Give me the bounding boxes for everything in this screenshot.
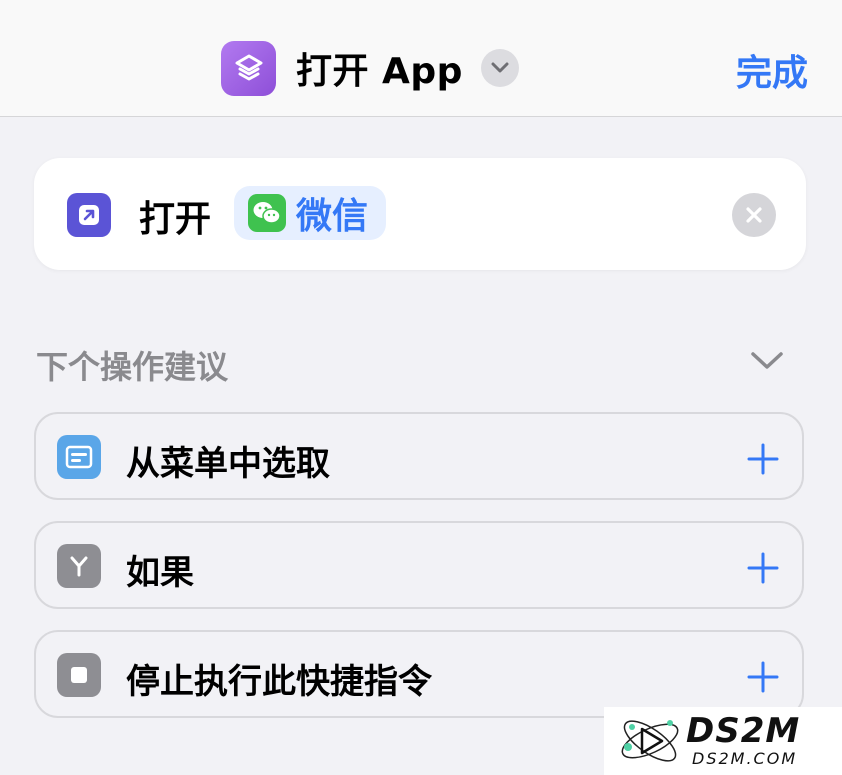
add-icon[interactable] [746, 442, 780, 476]
wechat-icon [248, 194, 286, 232]
shortcuts-app-icon [221, 40, 276, 96]
collapse-suggestions-button[interactable] [750, 350, 784, 376]
open-app-action-card[interactable]: 打开 微信 [34, 158, 806, 270]
watermark-subtext: DS2M.COM [692, 749, 798, 768]
add-icon[interactable] [746, 551, 780, 585]
watermark: DS2M DS2M.COM [604, 707, 842, 775]
menu-choose-icon [57, 435, 101, 479]
title-menu-button[interactable] [480, 49, 519, 87]
suggestion-stop-shortcut[interactable]: 停止执行此快捷指令 [34, 630, 804, 718]
suggestion-if[interactable]: 如果 [34, 521, 804, 609]
suggestion-choose-from-menu[interactable]: 从菜单中选取 [34, 412, 804, 500]
remove-action-button[interactable] [732, 193, 776, 237]
chevron-down-icon [751, 352, 783, 369]
open-app-icon [67, 193, 111, 237]
chevron-down-icon [491, 62, 509, 73]
suggestion-label: 如果 [126, 553, 194, 593]
watermark-text: DS2M [686, 711, 801, 751]
navigation-bar: 打开 App 完成 [0, 0, 842, 117]
suggestions-header: 下个操作建议 [36, 348, 229, 386]
close-icon [746, 207, 762, 223]
app-parameter-label: 微信 [296, 196, 369, 237]
page-title: 打开 App [296, 51, 463, 92]
app-parameter-chip[interactable]: 微信 [234, 186, 387, 240]
nav-title-group[interactable]: 打开 App [221, 40, 519, 96]
done-button[interactable]: 完成 [736, 44, 808, 96]
watermark-logo-icon [621, 720, 679, 762]
add-icon[interactable] [746, 660, 780, 694]
action-verb: 打开 [139, 199, 212, 240]
stop-icon [57, 653, 101, 697]
if-branch-icon [57, 544, 101, 588]
suggestion-label: 从菜单中选取 [126, 444, 330, 484]
suggestion-label: 停止执行此快捷指令 [126, 662, 432, 702]
